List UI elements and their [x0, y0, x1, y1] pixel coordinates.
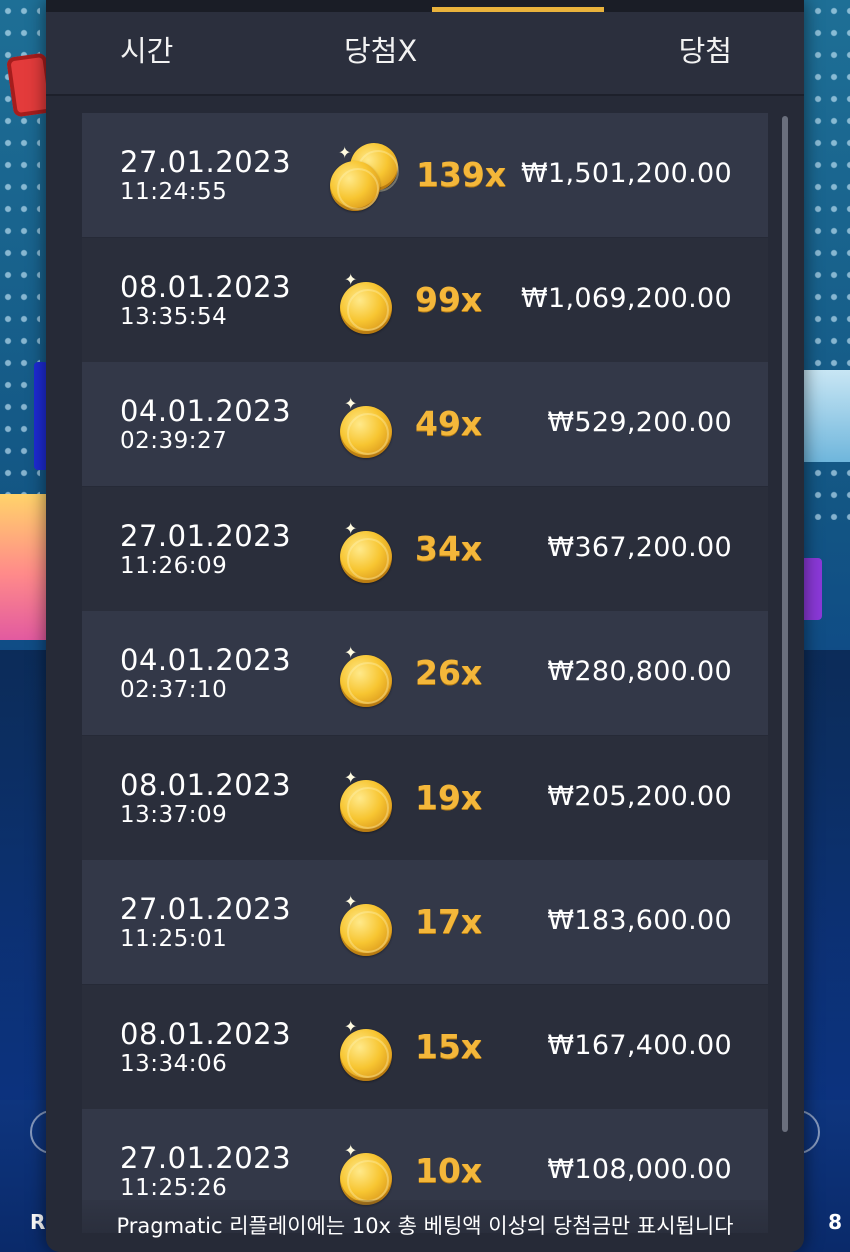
- row-multiplier: 10x: [415, 1151, 483, 1190]
- gold-coin-icon: [340, 779, 392, 832]
- row-time: 11:26:09: [120, 552, 228, 579]
- replay-row[interactable]: 27.01.2023 11:26:09 ✦ 34x ₩367,200.00: [82, 486, 768, 611]
- gold-coin-icon: ✦: [330, 886, 410, 962]
- sparkle-icon: ✦: [344, 518, 358, 538]
- row-date: 27.01.2023: [120, 1141, 292, 1175]
- row-amount: ₩280,800.00: [547, 656, 732, 687]
- row-date: 04.01.2023: [120, 643, 292, 677]
- replay-row[interactable]: 27.01.2023 11:25:01 ✦ 17x ₩183,600.00: [82, 860, 768, 984]
- gold-coin-icon: [340, 904, 392, 956]
- row-amount: ₩205,200.00: [547, 780, 732, 812]
- row-time: 11:25:01: [120, 926, 228, 952]
- sparkle-icon: ✦: [344, 1016, 358, 1036]
- row-amount: ₩183,600.00: [547, 905, 732, 936]
- row-time: 11:24:55: [120, 179, 228, 205]
- sparkle-icon: ✦: [344, 767, 358, 787]
- table-header: 시간 당첨X 당첨: [46, 0, 804, 96]
- row-date: 08.01.2023: [120, 767, 292, 802]
- gold-coin-icon: ✦: [330, 513, 410, 589]
- row-time: 13:37:09: [120, 801, 228, 828]
- row-multiplier: 34x: [415, 528, 483, 568]
- slot-symbol-boat: [802, 370, 850, 462]
- row-time: 11:25:26: [120, 1175, 228, 1201]
- row-amount: ₩1,069,200.00: [521, 282, 732, 314]
- replay-panel: 시간 당첨X 당첨 27.01.2023 11:24:55 ✦ 139x ₩1,501,…: [46, 0, 804, 1252]
- row-time: 02:39:27: [120, 428, 228, 454]
- gold-coin-icon: ✦: [330, 762, 410, 838]
- row-multiplier: 26x: [415, 653, 483, 692]
- row-time: 13:35:54: [120, 303, 228, 330]
- sparkle-icon: ✦: [344, 269, 358, 289]
- scrollbar[interactable]: [782, 116, 788, 1132]
- footer-note: Pragmatic 리플레이에는 10x 총 베팅액 이상의 당첨금만 표시됩니…: [116, 1214, 734, 1238]
- replay-row[interactable]: 27.01.2023 11:24:55 ✦ 139x ₩1,501,200.00: [82, 113, 768, 237]
- sparkle-icon: ✦: [344, 394, 358, 413]
- row-multiplier: 15x: [415, 1026, 483, 1066]
- row-date: 04.01.2023: [120, 394, 292, 428]
- gold-coin-icon: [330, 161, 380, 211]
- row-multiplier: 49x: [415, 404, 483, 443]
- row-date: 27.01.2023: [120, 145, 292, 179]
- gold-coin-icon: ✦: [330, 1011, 410, 1087]
- tab-strip: [46, 0, 804, 12]
- gold-coin-icon: ✦: [330, 637, 410, 713]
- row-amount: ₩1,501,200.00: [521, 158, 732, 189]
- replay-row[interactable]: 04.01.2023 02:39:27 ✦ 49x ₩529,200.00: [82, 362, 768, 486]
- gold-coin-icon: [340, 281, 392, 334]
- sparkle-icon: ✦: [338, 143, 352, 162]
- replay-row[interactable]: 08.01.2023 13:34:06 ✦ 15x ₩167,400.00: [82, 984, 768, 1109]
- gold-coin-icon: [340, 1028, 392, 1081]
- active-tab-indicator: [432, 7, 604, 12]
- row-amount: ₩529,200.00: [547, 407, 732, 438]
- slot-symbol-pink: [0, 494, 46, 640]
- row-amount: ₩108,000.00: [547, 1154, 732, 1185]
- row-time: 13:34:06: [120, 1050, 228, 1077]
- row-date: 08.01.2023: [120, 269, 292, 304]
- sparkle-icon: ✦: [344, 892, 358, 911]
- column-header-multiplier[interactable]: 당첨X: [344, 28, 417, 70]
- row-time: 02:37:10: [120, 677, 228, 703]
- gold-coin-icon: ✦: [330, 388, 410, 464]
- row-multiplier: 17x: [415, 902, 483, 941]
- row-multiplier: 19x: [415, 777, 483, 817]
- replay-row[interactable]: 04.01.2023 02:37:10 ✦ 26x ₩280,800.00: [82, 611, 768, 735]
- gold-coin-icon: ✦: [330, 264, 410, 340]
- row-date: 08.01.2023: [120, 1016, 292, 1051]
- gold-coin-icon: [340, 1153, 392, 1205]
- column-header-time[interactable]: 시간: [120, 28, 173, 70]
- game-bottom-left-text: R: [30, 1210, 46, 1234]
- sparkle-icon: ✦: [344, 1141, 358, 1160]
- row-date: 27.01.2023: [120, 518, 292, 553]
- gold-coin-stack-icon: ✦: [330, 139, 410, 215]
- row-amount: ₩167,400.00: [547, 1029, 732, 1061]
- gold-coin-icon: [340, 530, 392, 583]
- column-header-win[interactable]: 당첨: [679, 28, 732, 70]
- row-multiplier: 99x: [415, 279, 483, 319]
- replay-row[interactable]: 08.01.2023 13:35:54 ✦ 99x ₩1,069,200.00: [82, 237, 768, 362]
- gold-coin-icon: [340, 655, 392, 707]
- row-amount: ₩367,200.00: [547, 531, 732, 563]
- game-bottom-right-text: 8: [828, 1210, 842, 1234]
- sparkle-icon: ✦: [344, 643, 358, 662]
- replay-row[interactable]: 08.01.2023 13:37:09 ✦ 19x ₩205,200.00: [82, 735, 768, 860]
- row-date: 27.01.2023: [120, 892, 292, 926]
- gold-coin-icon: [340, 406, 392, 458]
- row-multiplier: 139x: [416, 155, 507, 194]
